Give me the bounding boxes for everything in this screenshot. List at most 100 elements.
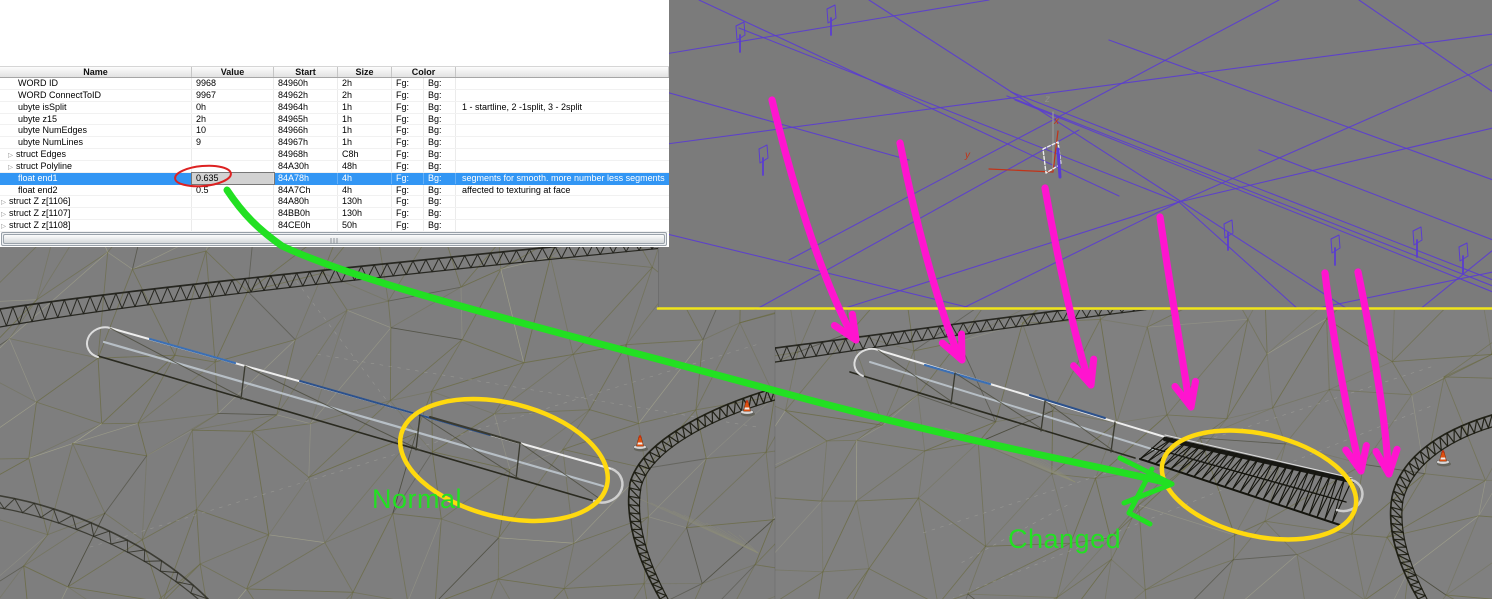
expand-arrow-icon[interactable]: ▷ xyxy=(1,211,6,218)
cell-bg: Bg: xyxy=(424,125,456,137)
cell-name: float end2 xyxy=(0,184,192,196)
scrollbar-thumb[interactable] xyxy=(3,234,665,244)
cell-val xyxy=(192,208,274,220)
column-header-comment xyxy=(456,67,669,77)
top-wireframe-scene xyxy=(659,0,1492,310)
cell-size: 4h xyxy=(338,172,392,184)
cell-start: 84A30h xyxy=(274,160,338,172)
column-header-size[interactable]: Size xyxy=(338,67,392,77)
cell-bg: Bg: xyxy=(424,149,456,160)
cell-cmt xyxy=(456,137,669,148)
table-row[interactable]: float end2 0.5 84A7Ch 4h Fg: Bg: affected to t… xyxy=(0,184,669,197)
cell-cmt xyxy=(456,114,669,125)
cell-size: 50h xyxy=(338,220,392,231)
cell-fg: Fg: xyxy=(392,208,424,220)
expand-arrow-icon[interactable]: ▷ xyxy=(1,199,6,206)
cell-fg: Fg: xyxy=(392,172,424,184)
table-row[interactable]: WORD ID 9968 84960h 2h Fg: Bg: xyxy=(0,78,669,90)
cell-fg: Fg: xyxy=(392,160,424,172)
table-row[interactable]: ubyte z15 2h 84965h 1h Fg: Bg: xyxy=(0,113,669,126)
cell-size: 130h xyxy=(338,196,392,208)
table-row[interactable]: ▷ struct Z z[1108] 84CE0h 50h Fg: Bg: xyxy=(0,220,669,232)
cell-fg: Fg: xyxy=(392,113,424,125)
cell-size: 4h xyxy=(338,184,392,196)
cell-fg: Fg: xyxy=(392,184,424,196)
screenshot-root: z x y Name Value Start Size Color WORD I… xyxy=(0,0,1492,599)
column-header-value[interactable]: Value xyxy=(192,67,274,77)
cell-start: 84960h xyxy=(274,78,338,89)
column-header-start[interactable]: Start xyxy=(274,67,338,77)
cell-fg: Fg: xyxy=(392,101,424,113)
table-row[interactable]: ubyte NumLines 9 84967h 1h Fg: Bg: xyxy=(0,137,669,150)
cell-cmt xyxy=(456,149,669,160)
cell-name: ubyte z15 xyxy=(0,113,192,125)
table-row[interactable]: ▷ struct Z z[1107] 84BB0h 130h Fg: Bg: xyxy=(0,208,669,221)
cell-name: ubyte NumLines xyxy=(0,137,192,149)
cell-size: 48h xyxy=(338,160,392,172)
table-row[interactable]: ▷ struct Polyline 84A30h 48h Fg: Bg: xyxy=(0,160,669,173)
cell-start: 84968h xyxy=(274,149,338,160)
cell-fg: Fg: xyxy=(392,78,424,89)
table-body: WORD ID 9968 84960h 2h Fg: Bg: WORD ConnectToI… xyxy=(0,78,669,232)
cell-start: 84A80h xyxy=(274,196,338,208)
cell-cmt: affected to texturing at face xyxy=(462,184,571,195)
cell-fg: Fg: xyxy=(392,137,424,149)
viewport-top-wireframe[interactable]: z x y xyxy=(658,0,1492,310)
cell-val xyxy=(192,160,274,172)
expand-arrow-icon[interactable]: ▷ xyxy=(8,164,13,171)
cell-bg: Bg: xyxy=(424,172,456,184)
cell-start: 84962h xyxy=(274,89,338,101)
cell-name: ▷ struct Z z[1108] xyxy=(0,220,192,231)
expand-arrow-icon[interactable]: ▷ xyxy=(1,223,6,230)
cell-cmt xyxy=(456,196,669,207)
expand-arrow-icon[interactable]: ▷ xyxy=(8,152,13,159)
cell-fg: Fg: xyxy=(392,149,424,160)
cell-val: 0.5 xyxy=(192,184,274,196)
cell-cmt xyxy=(456,125,669,136)
cell-val xyxy=(192,220,274,231)
struct-inspector-panel: Name Value Start Size Color WORD ID 9968 8… xyxy=(0,0,669,247)
cell-cmt xyxy=(456,78,669,89)
column-header-name[interactable]: Name xyxy=(0,67,192,77)
cell-bg: Bg: xyxy=(424,78,456,89)
table-row[interactable]: ▷ struct Edges 84968h C8h Fg: Bg: xyxy=(0,149,669,161)
cell-cmt: 1 - startline, 2 -1split, 3 - 2split xyxy=(462,101,583,112)
cell-name: ▷ struct Z z[1107] xyxy=(0,208,192,220)
horizontal-scrollbar[interactable] xyxy=(1,232,667,246)
cell-start: 84966h xyxy=(274,125,338,137)
cell-name: WORD ConnectToID xyxy=(0,89,192,101)
cell-start: 84CE0h xyxy=(274,220,338,231)
cell-bg: Bg: xyxy=(424,184,456,196)
table-row[interactable]: float end1 0.635 84A78h 4h Fg: Bg: segments fo… xyxy=(0,171,669,185)
cell-size: 1h xyxy=(338,113,392,125)
table-row[interactable]: ubyte NumEdges 10 84966h 1h Fg: Bg: xyxy=(0,125,669,138)
cell-val: 10 xyxy=(192,125,274,137)
cell-bg: Bg: xyxy=(424,208,456,220)
cell-bg: Bg: xyxy=(424,89,456,101)
column-header-color[interactable]: Color xyxy=(392,67,456,77)
table-header: Name Value Start Size Color xyxy=(0,66,669,78)
cell-val: 9968 xyxy=(192,78,274,89)
cell-start: 84BB0h xyxy=(274,208,338,220)
table-row[interactable]: ubyte isSplit 0h 84964h 1h Fg: Bg: 1 - startli… xyxy=(0,101,669,114)
cell-bg: Bg: xyxy=(424,160,456,172)
viewport-changed[interactable] xyxy=(775,310,1492,599)
cell-cmt xyxy=(456,161,669,172)
cell-val xyxy=(192,149,274,160)
cell-size: 1h xyxy=(338,101,392,113)
table-row[interactable]: ▷ struct Z z[1106] 84A80h 130h Fg: Bg: xyxy=(0,196,669,209)
cell-cmt xyxy=(456,90,669,101)
cell-fg: Fg: xyxy=(392,220,424,231)
cell-fg: Fg: xyxy=(392,125,424,137)
cell-name: float end1 xyxy=(0,172,192,184)
cell-val: 0.635 xyxy=(191,171,275,185)
table-row[interactable]: WORD ConnectToID 9967 84962h 2h Fg: Bg: xyxy=(0,89,669,102)
cell-bg: Bg: xyxy=(424,220,456,231)
cell-name: ▷ struct Edges xyxy=(0,149,192,160)
cell-fg: Fg: xyxy=(392,89,424,101)
cell-cmt xyxy=(456,220,669,231)
cell-val: 0h xyxy=(192,101,274,113)
cell-size: 2h xyxy=(338,89,392,101)
cell-cmt xyxy=(456,208,669,219)
cell-start: 84A78h xyxy=(274,172,338,184)
